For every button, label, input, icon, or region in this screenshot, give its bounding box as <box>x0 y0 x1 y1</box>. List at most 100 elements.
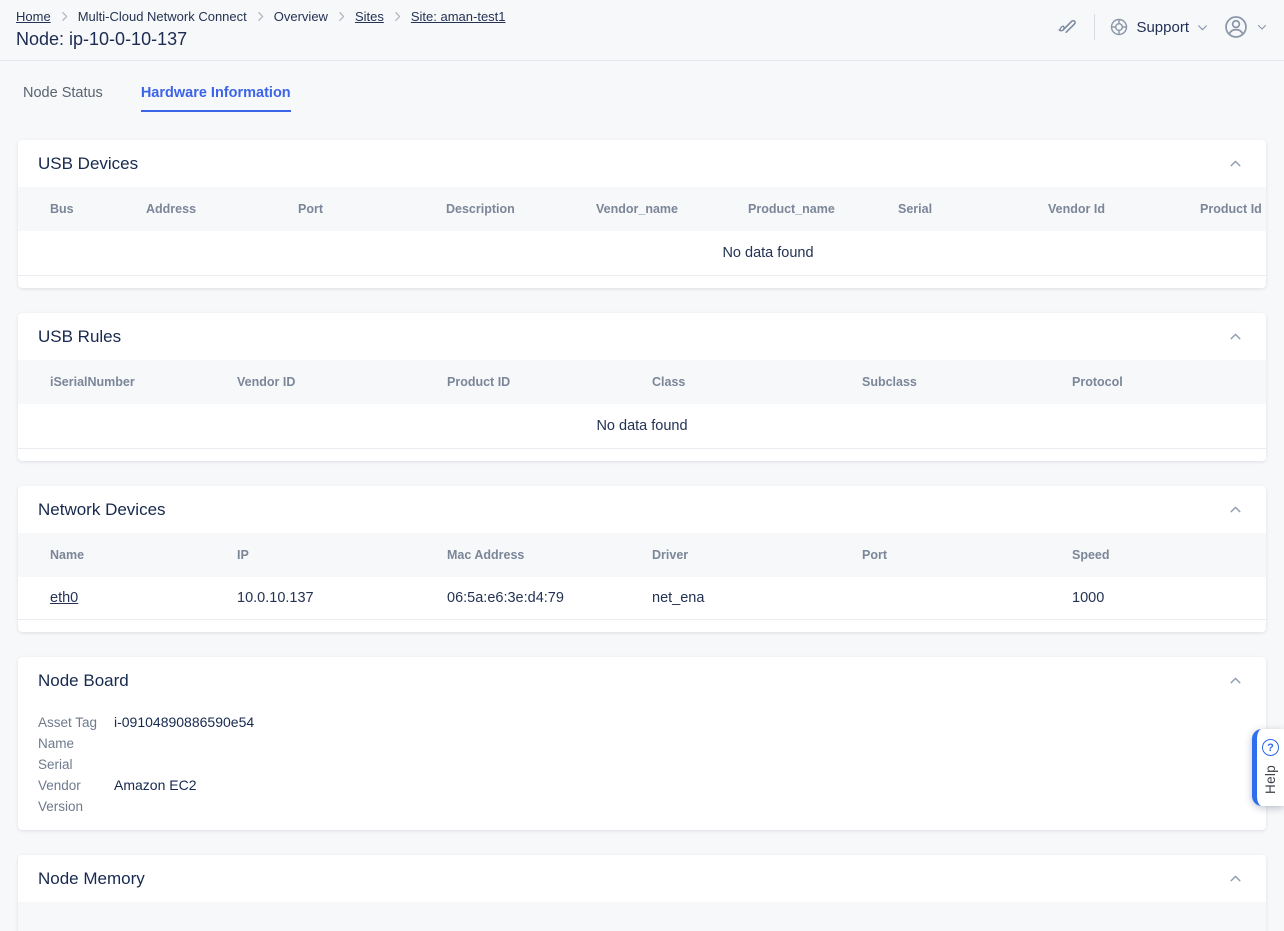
table-row: eth0 10.0.10.137 06:5a:e6:3e:d4:79 net_e… <box>18 577 1266 620</box>
column-header: Class <box>652 360 862 404</box>
chevron-up-icon[interactable] <box>1225 670 1246 691</box>
header-divider <box>1094 14 1095 40</box>
column-header: iSerialNumber <box>18 360 237 404</box>
field-label: Version <box>38 796 114 817</box>
user-avatar-icon <box>1223 14 1249 40</box>
breadcrumb-site-aman-test1[interactable]: Site: aman-test1 <box>411 9 506 24</box>
column-header: Port <box>862 533 1072 577</box>
node-board-card: Node Board Asset Tag i-09104890886590e54… <box>18 657 1266 830</box>
driver-cell: net_ena <box>652 577 862 620</box>
node-memory-card-header: Node Memory <box>18 855 1266 902</box>
breadcrumb-home[interactable]: Home <box>16 9 51 24</box>
network-devices-header-row: Name IP Mac Address Driver Port Speed <box>18 533 1266 577</box>
top-header: Home Multi-Cloud Network Connect Overvie… <box>0 0 1284 61</box>
column-header: Subclass <box>862 360 1072 404</box>
help-button[interactable]: ? Help <box>1252 729 1284 806</box>
network-devices-title: Network Devices <box>38 500 166 520</box>
node-board-card-header: Node Board <box>18 657 1266 704</box>
column-header: Protocol <box>1072 360 1266 404</box>
column-header: Name <box>18 533 237 577</box>
column-header: Product_name <box>748 187 898 231</box>
field-label: Vendor <box>38 775 114 796</box>
field-vendor: Vendor Amazon EC2 <box>38 775 1246 796</box>
usb-rules-card-header: USB Rules <box>18 313 1266 360</box>
network-devices-card-header: Network Devices <box>18 486 1266 533</box>
field-version: Version <box>38 796 1246 817</box>
field-value: Amazon EC2 <box>114 775 196 796</box>
usb-rules-card: USB Rules iSerialNumber Vendor ID Produc… <box>18 313 1266 461</box>
help-label: Help <box>1263 765 1278 794</box>
node-memory-card: Node Memory <box>18 855 1266 931</box>
column-header: Product Id <box>1200 187 1266 231</box>
column-header: Address <box>146 187 298 231</box>
tab-bar: Node Status Hardware Information <box>23 85 1284 112</box>
edit-brush-icon[interactable] <box>1052 13 1080 41</box>
no-data-text: No data found <box>18 231 1266 276</box>
chevron-up-icon[interactable] <box>1225 868 1246 889</box>
chevron-right-icon <box>254 10 267 23</box>
node-board-title: Node Board <box>38 671 129 691</box>
speed-cell: 1000 <box>1072 577 1266 620</box>
usb-devices-card: USB Devices Bus Address Port Description… <box>18 140 1266 288</box>
chevron-down-icon <box>1196 21 1209 34</box>
user-menu-button[interactable] <box>1223 14 1268 40</box>
breadcrumb-overview: Overview <box>274 9 328 24</box>
chevron-up-icon[interactable] <box>1225 326 1246 347</box>
empty-row: No data found <box>18 404 1266 449</box>
field-label: Name <box>38 733 114 754</box>
field-label: Asset Tag <box>38 712 114 733</box>
usb-devices-card-header: USB Devices <box>18 140 1266 187</box>
chevron-right-icon <box>335 10 348 23</box>
breadcrumb-mcn-connect: Multi-Cloud Network Connect <box>78 9 247 24</box>
usb-devices-title: USB Devices <box>38 154 138 174</box>
column-header: Vendor_name <box>596 187 748 231</box>
usb-devices-table-scroll[interactable]: Bus Address Port Description Vendor_name… <box>18 187 1266 276</box>
usb-devices-table: Bus Address Port Description Vendor_name… <box>18 187 1266 276</box>
column-header: Description <box>446 187 596 231</box>
column-header: IP <box>237 533 447 577</box>
network-devices-table: Name IP Mac Address Driver Port Speed et… <box>18 533 1266 620</box>
usb-rules-title: USB Rules <box>38 327 121 347</box>
main-content: USB Devices Bus Address Port Description… <box>0 140 1284 931</box>
column-header: Driver <box>652 533 862 577</box>
tab-hardware-information[interactable]: Hardware Information <box>141 85 291 112</box>
chevron-up-icon[interactable] <box>1225 153 1246 174</box>
no-data-text: No data found <box>18 404 1266 449</box>
chevron-up-icon[interactable] <box>1225 499 1246 520</box>
empty-row: No data found <box>18 231 1266 276</box>
tab-node-status[interactable]: Node Status <box>23 85 103 112</box>
node-memory-table-header-stub <box>18 902 1266 931</box>
chevron-down-icon <box>1256 21 1268 33</box>
lifebuoy-icon <box>1109 17 1129 37</box>
breadcrumb-sites[interactable]: Sites <box>355 9 384 24</box>
interface-eth0-link[interactable]: eth0 <box>50 590 78 606</box>
field-serial: Serial <box>38 754 1246 775</box>
column-header: Speed <box>1072 533 1266 577</box>
node-memory-title: Node Memory <box>38 869 145 889</box>
column-header: Port <box>298 187 446 231</box>
port-cell <box>862 577 1072 620</box>
column-header: Bus <box>18 187 146 231</box>
field-label: Serial <box>38 754 114 775</box>
usb-devices-header-row: Bus Address Port Description Vendor_name… <box>18 187 1266 231</box>
network-devices-card: Network Devices Name IP Mac Address Driv… <box>18 486 1266 632</box>
ip-cell: 10.0.10.137 <box>237 577 447 620</box>
topbar-actions: Support <box>1052 13 1268 41</box>
field-name: Name <box>38 733 1246 754</box>
chevron-right-icon <box>391 10 404 23</box>
column-header: Vendor ID <box>237 360 447 404</box>
usb-rules-header-row: iSerialNumber Vendor ID Product ID Class… <box>18 360 1266 404</box>
column-header: Mac Address <box>447 533 652 577</box>
usb-rules-table: iSerialNumber Vendor ID Product ID Class… <box>18 360 1266 449</box>
support-menu-button[interactable]: Support <box>1109 17 1209 37</box>
chevron-right-icon <box>58 10 71 23</box>
column-header: Serial <box>898 187 1048 231</box>
support-label: Support <box>1136 19 1189 36</box>
field-asset-tag: Asset Tag i-09104890886590e54 <box>38 712 1246 733</box>
mac-address-cell: 06:5a:e6:3e:d4:79 <box>447 577 652 620</box>
question-circle-icon: ? <box>1262 739 1279 756</box>
field-value: i-09104890886590e54 <box>114 712 254 733</box>
column-header: Product ID <box>447 360 652 404</box>
column-header: Vendor Id <box>1048 187 1200 231</box>
node-board-fields: Asset Tag i-09104890886590e54 Name Seria… <box>18 704 1266 830</box>
